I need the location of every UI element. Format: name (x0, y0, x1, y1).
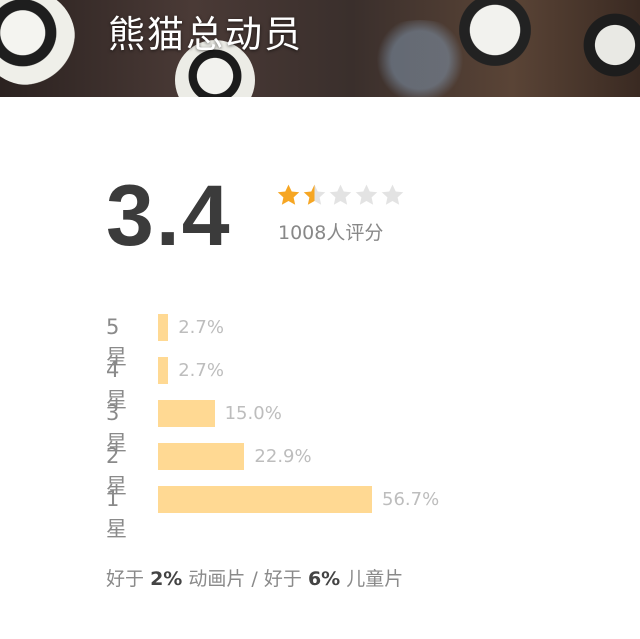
comparison-text: 好于 2% 动画片 / 好于 6% 儿童片 (106, 564, 403, 591)
rating-row-percent: 2.7% (178, 317, 224, 338)
star-empty-icon (329, 184, 352, 205)
star-empty-icon (381, 184, 404, 205)
star-filled-icon (277, 184, 300, 205)
comparison-prefix-2: 好于 (263, 568, 302, 590)
rating-row-percent: 2.7% (178, 360, 224, 381)
rating-bar (158, 443, 245, 470)
star-empty-icon (355, 184, 378, 205)
rating-score: 3.4 (106, 168, 232, 264)
rating-row-percent: 22.9% (254, 446, 312, 467)
panda-artwork (360, 20, 480, 97)
rating-row-percent: 15.0% (224, 403, 282, 424)
comparison-prefix-1: 好于 (106, 568, 145, 590)
poster-banner: 熊猫总动员 (0, 0, 640, 97)
rating-row-percent: 56.7% (382, 489, 440, 510)
rating-bar (158, 486, 372, 513)
rating-bar (158, 357, 169, 384)
comparison-value-2: 6% (307, 568, 341, 590)
panda-artwork (575, 5, 640, 85)
star-rating (276, 183, 405, 208)
rating-bar (158, 314, 169, 341)
rating-count: 1008人评分 (278, 222, 384, 244)
comparison-suffix-1: 动画片 / (188, 568, 258, 590)
panda-artwork (0, 0, 75, 85)
rating-bar (158, 400, 215, 427)
star-half-icon (303, 184, 326, 205)
rating-row-label: 1星 (106, 487, 127, 541)
comparison-suffix-2: 儿童片 (346, 568, 404, 590)
comparison-value-1: 2% (150, 568, 183, 590)
movie-title: 熊猫总动员 (108, 13, 303, 56)
